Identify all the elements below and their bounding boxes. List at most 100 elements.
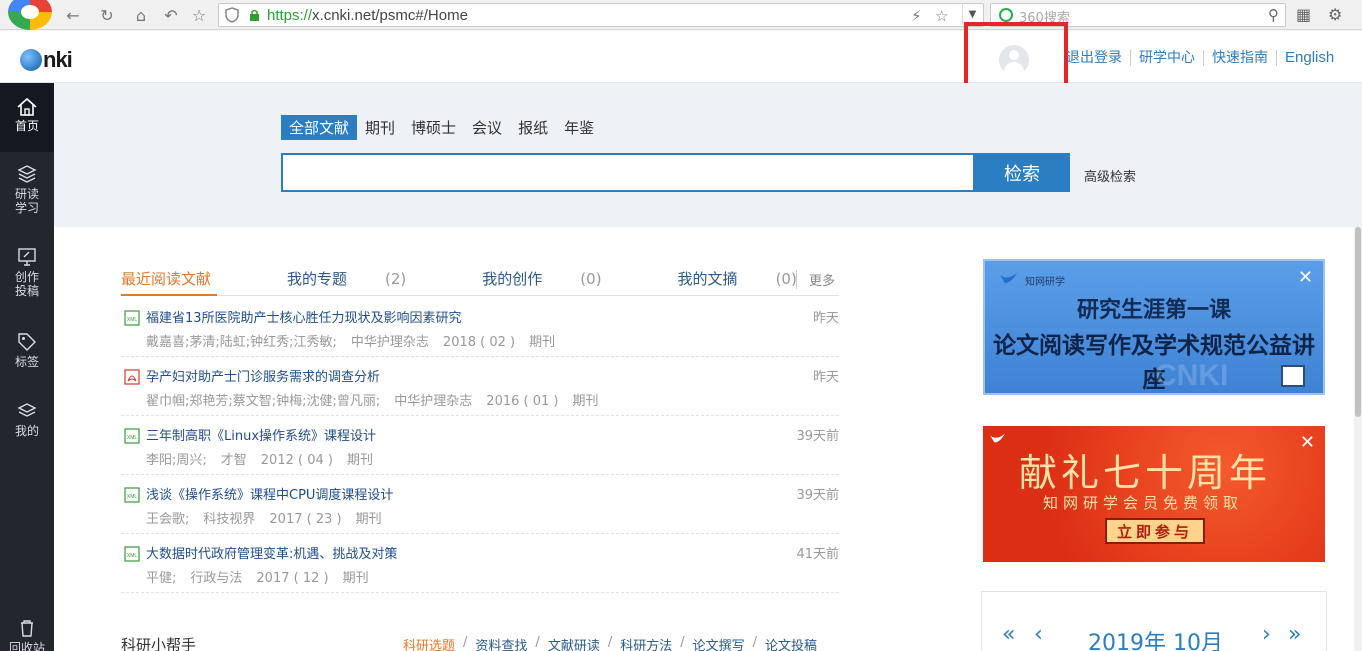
undo-icon[interactable]: ↶ — [160, 4, 182, 26]
stack-icon — [17, 403, 37, 417]
xml-file-icon: XML — [124, 546, 140, 562]
magnifier-icon[interactable]: ⚲ — [1268, 6, 1279, 24]
doc-title[interactable]: 浅谈《操作系统》课程中CPU调度课程设计 — [146, 484, 393, 503]
sidebar-item-recycle[interactable]: 回收站 — [0, 617, 54, 651]
logout-link[interactable]: 退出登录 — [1066, 50, 1131, 66]
sidebar-item-create[interactable]: 创作 投稿 — [0, 246, 54, 306]
helper-link-reading[interactable]: 文献研读 — [548, 635, 600, 651]
active-tab-indicator — [121, 294, 217, 296]
sidebar-item-home[interactable]: 首页 — [0, 83, 54, 152]
globe-icon — [20, 49, 42, 71]
sidebar-item-mine[interactable]: 我的 — [0, 400, 54, 446]
tag-icon — [18, 333, 36, 351]
english-link[interactable]: English — [1277, 50, 1342, 66]
back-icon[interactable]: ← — [62, 4, 84, 26]
lecture-banner[interactable]: 知网研学 ✕ 研究生涯第一课 论文阅读写作及学术规范公益讲座 CNKI — [983, 259, 1325, 395]
prev-year-icon[interactable]: « — [1002, 622, 1015, 647]
doc-meta: 李阳;周兴; 才智 2012 ( 04 ) 期刊 — [146, 453, 373, 468]
sidebar-item-tags[interactable]: 标签 — [0, 331, 54, 377]
extensions-icon[interactable]: ▦ — [1296, 5, 1311, 24]
sidebar-item-label: 标签 — [14, 355, 39, 369]
calendar-title: 2019年 10月 — [1088, 631, 1223, 651]
banner-brand: 知网研学 — [1025, 277, 1065, 288]
doc-time: 昨天 — [812, 370, 839, 385]
anniversary-banner[interactable]: ✕ 献礼七十周年 知网研学会员免费领取 立即参与 — [983, 426, 1325, 562]
list-item: XML 浅谈《操作系统》课程中CPU调度课程设计 39天前 王会歌; 科技视界 20… — [121, 475, 839, 534]
doc-meta: 王会歌; 科技视界 2017 ( 23 ) 期刊 — [146, 512, 382, 527]
close-icon[interactable]: ✕ — [1300, 434, 1315, 452]
tab-all[interactable]: 全部文献 — [281, 115, 358, 140]
pdf-file-icon — [124, 369, 140, 385]
xml-file-icon: XML — [124, 310, 140, 326]
tab-thesis[interactable]: 博硕士 — [403, 115, 464, 140]
advanced-search-link[interactable]: 高级检索 — [1084, 166, 1136, 185]
search-button[interactable]: 检索 — [974, 153, 1070, 192]
helper-link-methods[interactable]: 科研方法 — [620, 635, 672, 651]
home-icon — [17, 97, 37, 116]
browser-logo-icon — [8, 0, 52, 30]
helper-links: 科研选题 / 资料查找 / 文献研读 / 科研方法 / 论文撰写 / 论文投稿 — [403, 635, 817, 651]
sidebar-item-label: 首页 — [14, 119, 39, 133]
tab-conference[interactable]: 会议 — [464, 115, 510, 140]
helper-link-submission[interactable]: 论文投稿 — [765, 635, 817, 651]
search-input[interactable] — [281, 153, 975, 192]
url-text: https://x.cnki.net/psmc#/Home — [267, 7, 468, 24]
doc-title[interactable]: 大数据时代政府管理变革:机遇、挑战及对策 — [146, 543, 397, 562]
recent-tabs: 最近阅读文献 我的专题 (2) 我的创作 (0) 我的文摘 (0) — [121, 268, 873, 289]
join-now-button[interactable]: 立即参与 — [1105, 518, 1205, 544]
sidebar-item-study[interactable]: 研读 学习 — [0, 163, 54, 223]
bookmark-star-icon[interactable]: ☆ — [935, 7, 948, 25]
tools-wrench-icon[interactable]: ⚙ — [1328, 5, 1342, 24]
bird-logo-icon — [1000, 273, 1017, 283]
prev-month-icon[interactable]: ‹ — [1034, 622, 1043, 647]
next-year-icon[interactable]: » — [1288, 622, 1301, 647]
browser-toolbar: ← ↻ ⌂ ↶ ☆ https://x.cnki.net/psmc#/Home … — [0, 0, 1362, 30]
quick-guide-link[interactable]: 快速指南 — [1204, 50, 1277, 66]
research-center-link[interactable]: 研学中心 — [1131, 50, 1204, 66]
lock-icon — [250, 9, 259, 21]
tab-journal[interactable]: 期刊 — [357, 115, 403, 140]
cnki-logo[interactable]: nki — [20, 47, 73, 73]
refresh-icon[interactable]: ↻ — [96, 4, 118, 26]
scrollbar-thumb[interactable] — [1355, 227, 1361, 417]
xml-file-icon: XML — [124, 487, 140, 503]
edit-monitor-icon — [18, 248, 36, 266]
close-icon[interactable]: ✕ — [1298, 269, 1313, 287]
tab-my-creations[interactable]: 我的创作 (0) — [482, 268, 639, 289]
helper-link-topic[interactable]: 科研选题 — [403, 635, 455, 651]
more-link[interactable]: 更多 — [796, 270, 835, 289]
tab-divider — [121, 295, 839, 296]
svg-text:XML: XML — [127, 553, 138, 559]
doc-title[interactable]: 孕产妇对助产士门诊服务需求的调查分析 — [146, 366, 380, 385]
doc-meta: 平健; 行政与法 2017 ( 12 ) 期刊 — [146, 571, 369, 586]
next-month-icon[interactable]: › — [1262, 622, 1271, 647]
helper-link-writing[interactable]: 论文撰写 — [693, 635, 745, 651]
tab-recent-reading[interactable]: 最近阅读文献 — [121, 268, 249, 289]
doc-time: 39天前 — [796, 429, 839, 444]
svg-text:XML: XML — [127, 435, 138, 441]
doc-title[interactable]: 福建省13所医院助产士核心胜任力现状及影响因素研究 — [146, 307, 462, 326]
tab-my-topics[interactable]: 我的专题 (2) — [287, 268, 444, 289]
helper-link-search[interactable]: 资料查找 — [475, 635, 527, 651]
left-sidebar: 首页 研读 学习 创作 投稿 标签 我的 回收站 — [0, 83, 54, 651]
doc-title[interactable]: 三年制高职《Linux操作系统》课程设计 — [146, 425, 376, 444]
helper-title: 科研小帮手 — [121, 636, 197, 651]
sidebar-item-label: 回收站 — [8, 641, 45, 651]
list-item: XML 福建省13所医院助产士核心胜任力现状及影响因素研究 昨天 戴嘉喜;茅清;… — [121, 298, 839, 357]
page-scrollbar[interactable] — [1354, 227, 1362, 651]
tab-newspaper[interactable]: 报纸 — [510, 115, 556, 140]
banner-headline: 研究生涯第一课 — [1076, 298, 1231, 323]
shield-icon — [225, 7, 239, 23]
calendar-widget: « ‹ 2019年 10月 › » — [981, 591, 1327, 651]
lightning-icon[interactable]: ⚡ — [911, 7, 922, 25]
doc-meta: 翟巾帼;郑艳芳;蔡文智;钟梅;沈健;曾凡丽; 中华护理杂志 2016 ( 01 ) 期… — [146, 394, 599, 409]
tab-yearbook[interactable]: 年鉴 — [556, 115, 602, 140]
chart-board-icon — [1281, 365, 1305, 387]
banner-subheadline: 论文阅读写作及学术规范公益讲座 — [993, 333, 1315, 393]
favorite-star-icon[interactable]: ☆ — [188, 4, 210, 26]
doc-time: 39天前 — [796, 488, 839, 503]
xml-file-icon: XML — [124, 428, 140, 444]
home-browser-icon[interactable]: ⌂ — [130, 4, 152, 26]
sidebar-item-label: 创作 投稿 — [14, 270, 39, 298]
address-bar[interactable]: https://x.cnki.net/psmc#/Home ⚡ ☆ — [218, 3, 984, 27]
